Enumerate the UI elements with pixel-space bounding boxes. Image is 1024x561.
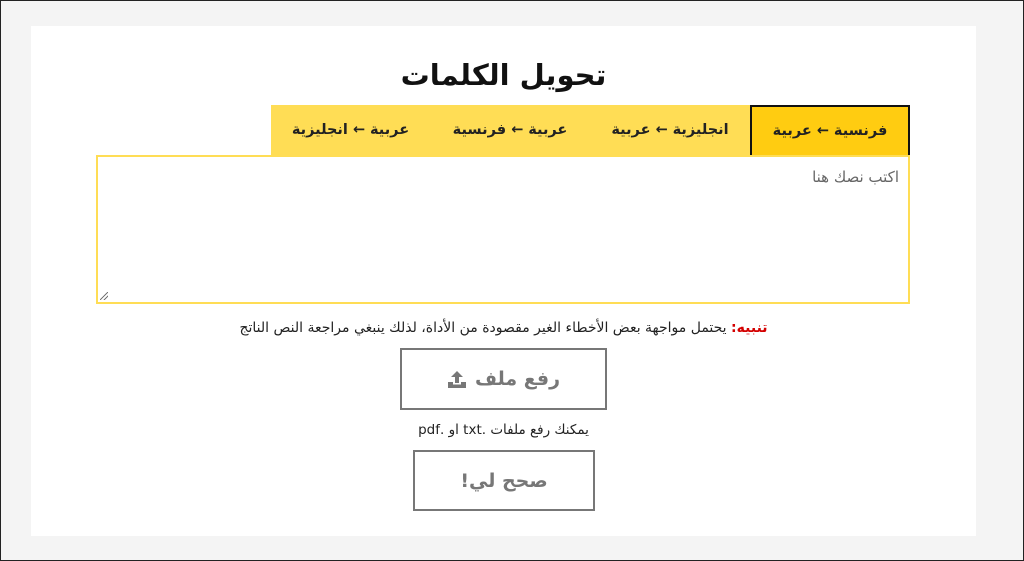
upload-button-label: رفع ملف [474,368,561,390]
tab-to-label: عربية [611,122,651,138]
page-title: تحويل الكلمات [400,58,607,92]
tab-french-to-arabic[interactable]: فرنسية ← عربية [750,105,910,155]
warning-notice: تنبيه: يحتمل مواجهة بعض الأخطاء الغير مق… [31,320,976,336]
tab-to-label: انجليزية [291,122,348,138]
correct-me-button[interactable]: صحح لي! [413,450,595,511]
warning-label: تنبيه: [731,320,768,336]
tab-from-label: عربية [370,122,410,138]
text-input[interactable]: اكتب نصك هنا [96,155,910,304]
tab-to-label: فرنسية [452,122,507,138]
tab-from-label: فرنسية [833,123,888,139]
main-card: تحويل الكلمات فرنسية ← عربية انجليزية ← … [31,26,976,536]
text-input-placeholder: اكتب نصك هنا [812,168,899,186]
arrow-left-icon: ← [511,122,524,138]
tab-arabic-to-french[interactable]: عربية ← فرنسية [430,105,590,155]
tab-to-label: عربية [772,123,812,139]
tab-from-label: انجليزية [672,122,729,138]
tab-arabic-to-english[interactable]: عربية ← انجليزية [271,105,430,155]
arrow-left-icon: ← [816,123,829,139]
warning-text: يحتمل مواجهة بعض الأخطاء الغير مقصودة من… [239,320,732,336]
arrow-left-icon: ← [655,122,668,138]
tab-english-to-arabic[interactable]: انجليزية ← عربية [590,105,750,155]
tab-from-label: عربية [528,122,568,138]
upload-icon [447,369,467,389]
file-types-hint: يمكنك رفع ملفات .txt او .pdf [418,422,589,438]
upload-file-button[interactable]: رفع ملف [400,348,607,410]
correct-button-label: صحح لي! [460,469,548,492]
arrow-left-icon: ← [352,122,366,138]
language-tabs: فرنسية ← عربية انجليزية ← عربية عربية ← … [271,105,910,155]
resize-handle-icon[interactable] [100,292,108,300]
